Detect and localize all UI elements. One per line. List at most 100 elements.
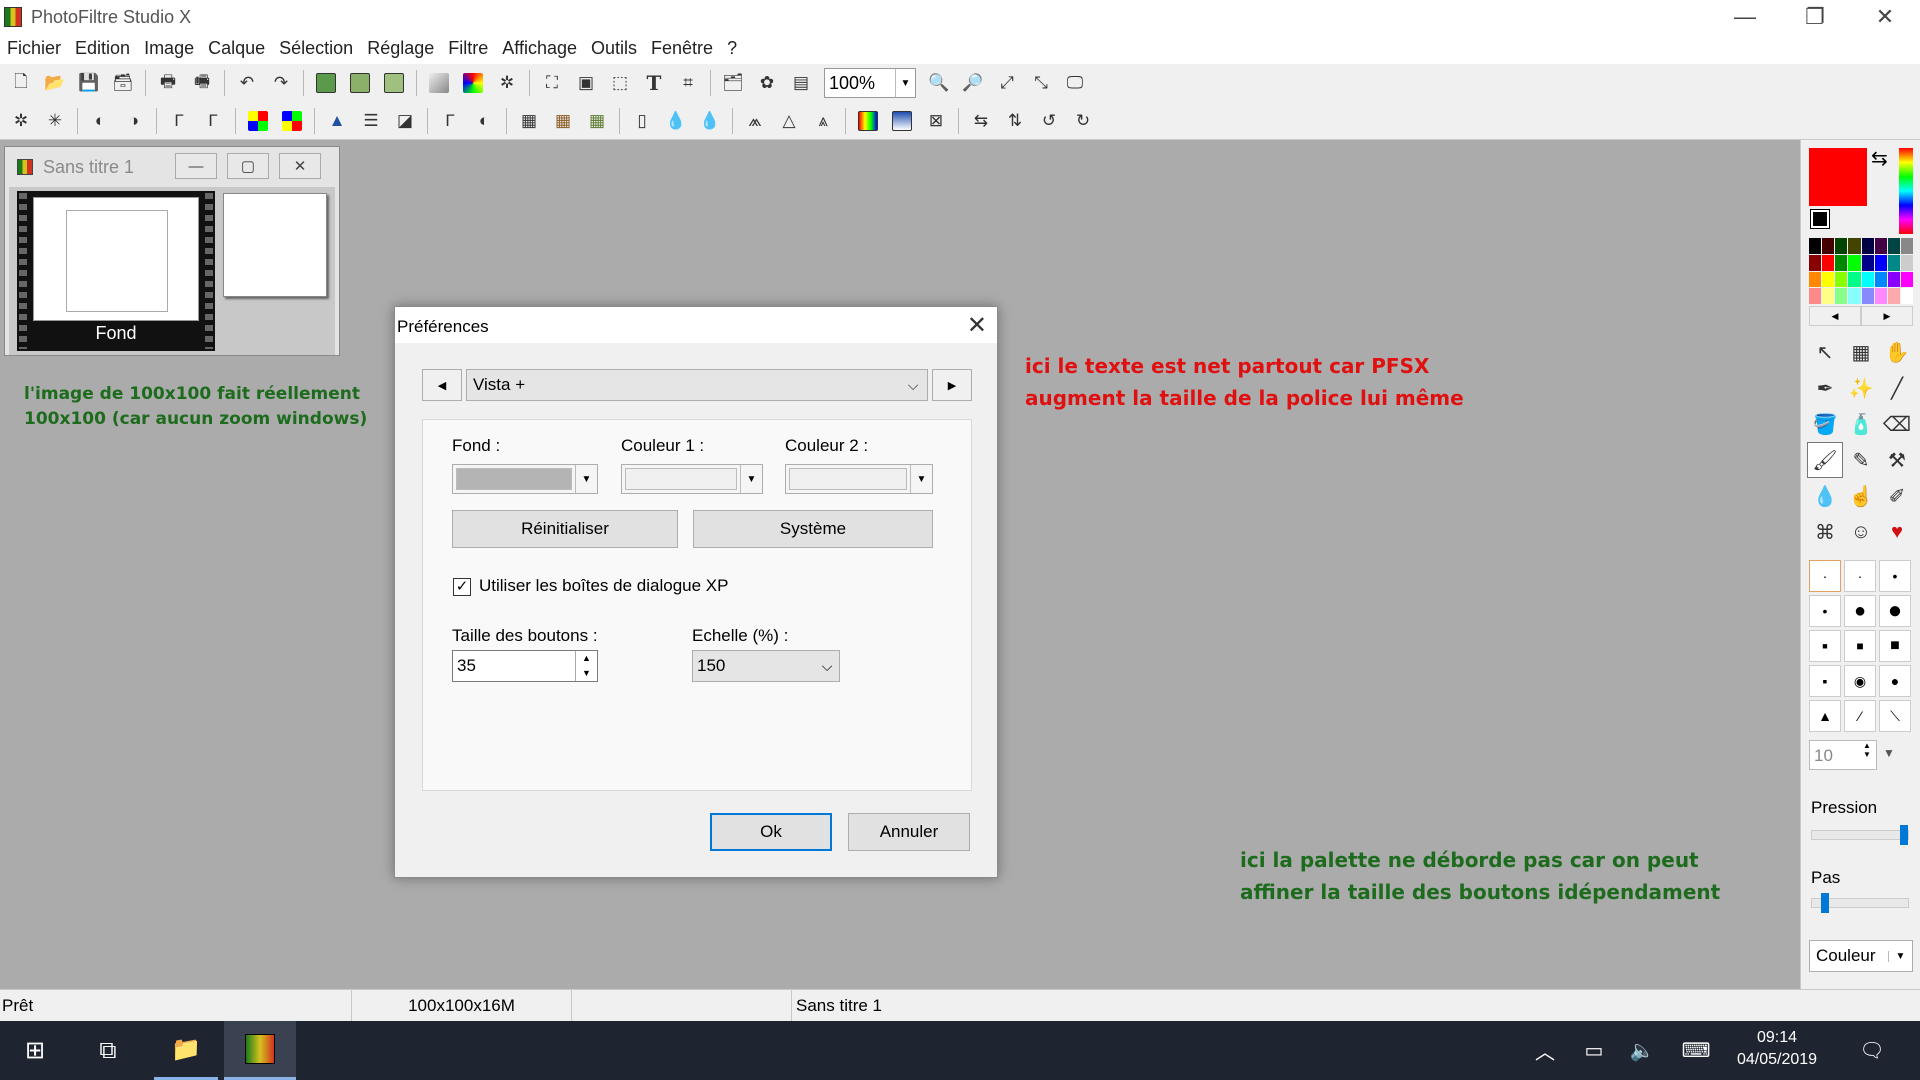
smudge-tool-icon[interactable]: ☝ xyxy=(1843,478,1879,514)
magic-wand-tool-icon[interactable]: ✨ xyxy=(1843,370,1879,406)
background-color[interactable] xyxy=(1810,209,1830,229)
clone-tool-icon[interactable]: ✐ xyxy=(1879,478,1915,514)
spray-tool-icon[interactable]: 🧴 xyxy=(1843,406,1879,442)
hand-tool-icon[interactable]: ✋ xyxy=(1879,334,1915,370)
menu-filtre[interactable]: Filtre xyxy=(441,34,495,64)
palette-swatch[interactable] xyxy=(1861,271,1874,288)
color2-select[interactable]: ▼ xyxy=(785,464,933,494)
clock[interactable]: 09:14 04/05/2019 xyxy=(1722,1027,1832,1071)
brush-size-stepper[interactable]: 10 ▲ ▼ xyxy=(1809,740,1877,770)
grid-dark-icon[interactable]: ▦ xyxy=(514,106,544,136)
fit-window-icon[interactable]: ⤢ xyxy=(992,68,1022,98)
brightness-minus-icon[interactable]: Γ xyxy=(164,106,194,136)
palette-swatch[interactable] xyxy=(1809,271,1822,288)
print-icon[interactable]: 🖶 xyxy=(153,68,183,98)
palette-swatch[interactable] xyxy=(1874,254,1887,271)
color-palette[interactable] xyxy=(1809,238,1913,304)
image-size-icon[interactable]: ⛶ xyxy=(537,68,567,98)
menu-help[interactable]: ? xyxy=(720,34,744,64)
adjust-icon[interactable]: ☰ xyxy=(356,106,386,136)
palette-swatch[interactable] xyxy=(1874,238,1887,254)
fullscreen-icon[interactable]: 🖵 xyxy=(1060,68,1090,98)
palette-swatch[interactable] xyxy=(1874,271,1887,288)
contrast-minus-icon[interactable]: ◐ xyxy=(85,106,115,136)
palette-swatch[interactable] xyxy=(1848,254,1861,271)
palette-next-icon[interactable]: ▶ xyxy=(1861,306,1913,326)
restore-button[interactable]: ❐ xyxy=(1780,0,1850,34)
saturation-minus-icon[interactable] xyxy=(243,106,273,136)
pas-thumb[interactable] xyxy=(1820,893,1829,913)
brush-shape[interactable]: ◉ xyxy=(1844,665,1876,697)
color-grid-icon[interactable] xyxy=(458,68,488,98)
blur-drop-icon[interactable]: 💧 xyxy=(661,106,691,136)
brush-shape[interactable]: • xyxy=(1809,595,1841,627)
menu-image[interactable]: Image xyxy=(137,34,201,64)
pression-thumb[interactable] xyxy=(1900,825,1908,845)
document-window[interactable]: Sans titre 1 — ▢ ✕ Fond xyxy=(4,146,340,356)
brush-shape[interactable]: ■ xyxy=(1879,630,1911,662)
eyedropper-tool-icon[interactable]: ✒ xyxy=(1807,370,1843,406)
plugins-icon[interactable]: ✿ xyxy=(752,68,782,98)
blur-tool-icon[interactable]: 💧 xyxy=(1807,478,1843,514)
strawberry-tool-icon[interactable]: ♥ xyxy=(1879,514,1915,550)
palette-swatch[interactable] xyxy=(1822,254,1835,271)
brush-shape[interactable]: ⟍ xyxy=(1879,700,1911,732)
rotate-left-icon[interactable]: ↺ xyxy=(1034,106,1064,136)
palette-swatch[interactable] xyxy=(1835,254,1848,271)
palette-swatch[interactable] xyxy=(1848,288,1861,304)
brush-tool-icon[interactable]: 🖌 xyxy=(1807,442,1843,478)
selection-tool-icon[interactable]: ▦ xyxy=(1843,334,1879,370)
menu-edition[interactable]: Edition xyxy=(68,34,137,64)
spin-up-icon[interactable]: ▲ xyxy=(1858,741,1876,750)
brush-shape[interactable]: · xyxy=(1809,560,1841,592)
chevron-down-icon[interactable]: ▼ xyxy=(1883,746,1895,760)
button-size-stepper[interactable]: 35 ▲ ▼ xyxy=(452,650,598,682)
ok-button[interactable]: Ok xyxy=(710,813,832,851)
brush-shape[interactable]: ▲ xyxy=(1809,700,1841,732)
redo-icon[interactable]: ↷ xyxy=(266,68,296,98)
zoom-in-icon[interactable]: 🔍 xyxy=(924,68,954,98)
brush-shape[interactable]: ■ xyxy=(1844,630,1876,662)
spin-buttons[interactable]: ▲ ▼ xyxy=(1858,741,1876,769)
system-button[interactable]: Système xyxy=(693,510,933,548)
blue-frame-icon[interactable] xyxy=(887,106,917,136)
palette-swatch[interactable] xyxy=(1822,288,1835,304)
document-titlebar[interactable]: Sans titre 1 — ▢ ✕ xyxy=(5,147,339,187)
palette-swatch[interactable] xyxy=(1809,238,1822,254)
zoom-out-icon[interactable]: 🔎 xyxy=(958,68,988,98)
chevron-down-icon[interactable]: ▼ xyxy=(895,69,915,97)
theme-next-button[interactable]: ▶ xyxy=(932,369,972,401)
paint-mode-select[interactable]: Couleur ▼ xyxy=(1809,940,1913,972)
canvas-size-icon[interactable]: ▣ xyxy=(571,68,601,98)
image-canvas[interactable] xyxy=(223,193,327,297)
palette-swatch[interactable] xyxy=(1835,288,1848,304)
menu-fenetre[interactable]: Fenêtre xyxy=(644,34,720,64)
minimize-button[interactable]: — xyxy=(1710,0,1780,34)
mosaic-icon[interactable]: ⊠ xyxy=(921,106,951,136)
chevron-up-icon[interactable]: ︿ xyxy=(1530,1021,1560,1080)
palette-swatch[interactable] xyxy=(1809,288,1822,304)
file-explorer-icon[interactable]: 📁 xyxy=(154,1021,218,1080)
workspace[interactable]: Sans titre 1 — ▢ ✕ Fond l'image de 100x1… xyxy=(0,140,1800,989)
palette-swatch[interactable] xyxy=(1809,254,1822,271)
theme-select[interactable]: Vista + ⌵ xyxy=(466,369,928,401)
palette-swatch[interactable] xyxy=(1822,271,1835,288)
window-icon[interactable]: ▤ xyxy=(786,68,816,98)
palette-swatch[interactable] xyxy=(1900,254,1913,271)
frame-icon[interactable]: ⌗ xyxy=(673,68,703,98)
crop-icon[interactable]: ⬚ xyxy=(605,68,635,98)
layer-thumbnail[interactable] xyxy=(33,197,199,321)
brush-shape[interactable]: ▪ xyxy=(1809,665,1841,697)
curve-icon[interactable]: ◪ xyxy=(390,106,420,136)
color-spectrum[interactable] xyxy=(1899,148,1913,234)
palette-swatch[interactable] xyxy=(1822,238,1835,254)
palette-swatch[interactable] xyxy=(1861,288,1874,304)
saturation-plus-icon[interactable] xyxy=(277,106,307,136)
brightness-plus-icon[interactable]: Γ xyxy=(198,106,228,136)
doc-minimize-button[interactable]: — xyxy=(175,153,217,179)
notifications-icon[interactable]: 🗨 xyxy=(1852,1021,1892,1080)
palette-swatch[interactable] xyxy=(1900,271,1913,288)
portrait-tool-icon[interactable]: ☺ xyxy=(1843,514,1879,550)
keyboard-icon[interactable]: ⌨ xyxy=(1676,1021,1716,1080)
brush-shape[interactable]: · xyxy=(1844,560,1876,592)
